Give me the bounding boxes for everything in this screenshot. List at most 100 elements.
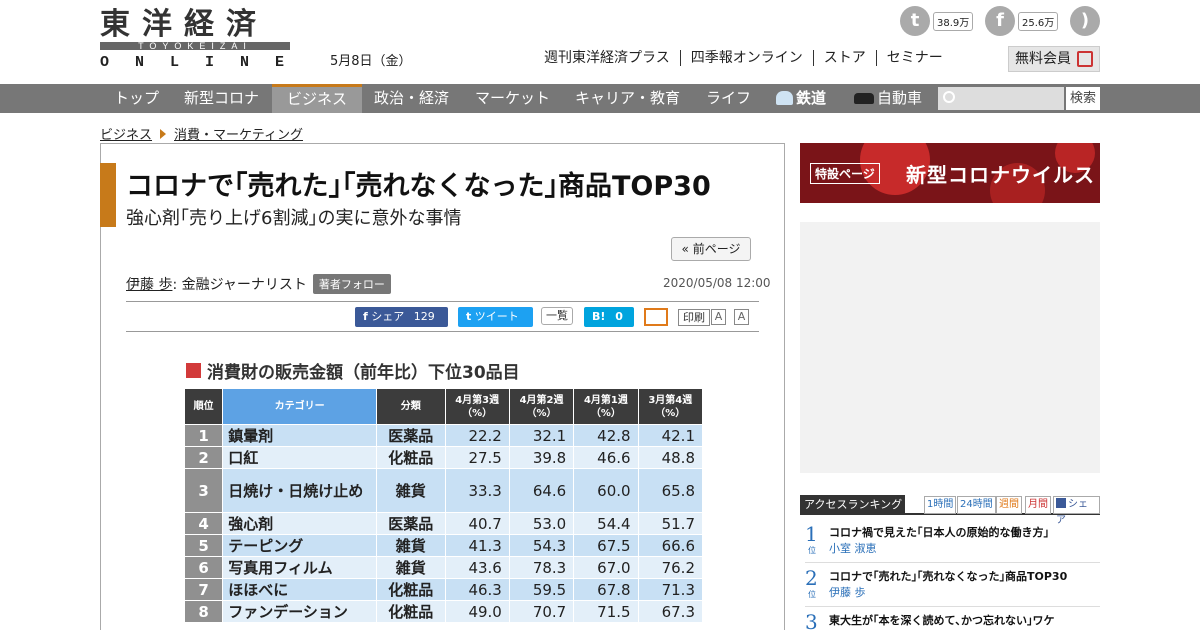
logo-romaji: TOYOKEIZAI <box>100 42 290 51</box>
hatena-bookmark-button[interactable]: B! 0 <box>584 307 634 327</box>
category-cell: ファンデーション <box>222 600 378 623</box>
ranking-suffix: 位 <box>808 546 816 555</box>
car-icon <box>854 93 874 104</box>
nav-item-life[interactable]: ライフ <box>706 84 751 113</box>
ranking-number: 2 <box>805 566 818 590</box>
banner-tag: 特設ページ <box>810 163 880 184</box>
current-date: 5月8日（金） <box>330 54 412 69</box>
top-link-shikiho[interactable]: 四季報オンライン <box>679 50 813 66</box>
mail-icon[interactable] <box>644 308 668 326</box>
nav-item-career[interactable]: キャリア・教育 <box>575 84 680 113</box>
search-button[interactable]: 検索 <box>1066 87 1100 110</box>
divider <box>126 331 759 332</box>
rank-cell: 1 <box>183 424 224 447</box>
rank-cell: 5 <box>183 534 224 557</box>
value-cell: 70.7 <box>508 600 575 623</box>
facebook-share-label: シェア <box>371 310 405 323</box>
tweet-list-button[interactable]: 一覧 <box>541 307 573 325</box>
ranking-tab-share[interactable]: シェア <box>1053 496 1100 526</box>
font-size-large-button[interactable]: A <box>711 309 726 325</box>
twitter-follow[interactable]: t 38.9万 <box>900 6 974 36</box>
search-input[interactable] <box>938 87 1064 110</box>
print-button[interactable]: 印刷 <box>678 309 710 326</box>
column-header: 4月第1週（%） <box>573 388 639 425</box>
facebook-share-icon: f <box>363 310 368 323</box>
class-cell: 雑貨 <box>376 468 446 513</box>
value-cell: 32.1 <box>508 424 575 447</box>
value-cell: 71.5 <box>573 600 639 623</box>
tweet-label: ツイート <box>474 310 519 323</box>
top-link-weekly[interactable]: 週刊東洋経済プラス <box>544 50 680 66</box>
free-member-button[interactable]: 無料会員 <box>1008 46 1100 72</box>
rank-cell: 6 <box>183 556 224 579</box>
rank-cell: 2 <box>183 446 224 469</box>
hatena-count: 0 <box>615 310 623 323</box>
top-link-store[interactable]: ストア <box>812 50 876 66</box>
ranking-tab-week[interactable]: 週間 <box>996 496 1022 514</box>
facebook-share-button[interactable]: f シェア 129 <box>355 307 448 327</box>
ranking-item[interactable]: 3位東大生が｢本を深く読めて､かつ忘れない｣ワケ西岡 壱誠 <box>805 607 1100 630</box>
ranking-table: 順位 カテゴリー 分類 4月第3週（%） 4月第2週（%） 4月第1週（%） 3… <box>183 388 704 623</box>
chart-title-square-icon <box>186 362 201 378</box>
font-size-small-button[interactable]: A <box>734 309 749 325</box>
class-cell: 医薬品 <box>376 512 446 535</box>
value-cell: 54.3 <box>508 534 575 557</box>
value-cell: 46.6 <box>573 446 639 469</box>
nav-item-market[interactable]: マーケット <box>475 84 550 113</box>
divider <box>126 301 759 302</box>
value-cell: 54.4 <box>573 512 639 535</box>
nav-item-railway[interactable]: 鉄道 <box>776 84 826 113</box>
value-cell: 27.5 <box>444 446 510 469</box>
article-title: コロナで｢売れた｣｢売れなくなった｣商品TOP30 <box>126 171 711 202</box>
ranking-item[interactable]: 1 位 コロナ禍で見えた｢日本人の原始的な働き方｣ 小室 淑恵 <box>805 519 1100 563</box>
nav-item-politics[interactable]: 政治・経済 <box>374 84 449 113</box>
top-link-seminar[interactable]: セミナー <box>875 50 953 66</box>
ranking-tab-day[interactable]: 24時間 <box>957 496 996 514</box>
ranking-item[interactable]: 2 位 コロナで｢売れた｣｢売れなくなった｣商品TOP30 伊藤 歩 <box>805 563 1100 607</box>
value-cell: 33.3 <box>444 468 510 513</box>
ranking-number: 1 <box>805 522 818 546</box>
site-logo[interactable]: 東洋経済 TOYOKEIZAI ONLINE <box>100 7 294 71</box>
class-cell: 化粧品 <box>376 446 446 469</box>
prev-page-button[interactable]: « 前ページ <box>671 237 751 261</box>
banner-text: 新型コロナウイルス <box>906 163 1095 187</box>
class-cell: 雑貨 <box>376 556 446 579</box>
breadcrumb-business[interactable]: ビジネス <box>100 124 152 143</box>
breadcrumb-arrow-icon <box>160 128 167 139</box>
corona-special-banner[interactable]: 特設ページ 新型コロナウイルス <box>800 143 1100 203</box>
nav-item-railway-label: 鉄道 <box>796 89 827 107</box>
title-accent-bar <box>100 163 116 227</box>
facebook-follower-count: 25.6万 <box>1018 11 1059 31</box>
author-follow-button[interactable]: 著者フォロー <box>312 274 391 294</box>
nav-item-business[interactable]: ビジネス <box>272 84 363 113</box>
nav-item-top[interactable]: トップ <box>114 84 159 113</box>
ranking-tab-month[interactable]: 月間 <box>1025 496 1051 514</box>
breadcrumb-marketing[interactable]: 消費・マーケティング <box>174 124 303 143</box>
nav-item-corona[interactable]: 新型コロナ <box>184 84 259 113</box>
breadcrumb: ビジネス 消費・マーケティング <box>100 124 303 143</box>
value-cell: 65.8 <box>637 468 704 513</box>
ranking-tab-hour[interactable]: 1時間 <box>924 496 957 514</box>
value-cell: 59.5 <box>508 578 575 601</box>
facebook-follow[interactable]: f 25.6万 <box>985 6 1059 36</box>
logo-kanji: 東洋経済 <box>100 7 268 42</box>
value-cell: 43.6 <box>444 556 510 579</box>
tweet-button[interactable]: t ツイート <box>458 307 533 327</box>
nav-item-car[interactable]: 自動車 <box>854 84 922 113</box>
rank-cell: 4 <box>183 512 224 535</box>
ranking-author[interactable]: 伊藤 歩 <box>829 584 866 600</box>
nav-item-car-label: 自動車 <box>877 89 923 107</box>
value-cell: 39.8 <box>508 446 575 469</box>
rss-icon: ) <box>1070 6 1100 36</box>
class-cell: 化粧品 <box>376 578 446 601</box>
chart-title-row: 消費財の販売金額（前年比）下位30品目 <box>184 355 704 385</box>
ranking-author[interactable]: 小室 淑恵 <box>829 540 877 556</box>
author-name[interactable]: 伊藤 歩 <box>126 274 172 294</box>
column-header: 4月第3週（%） <box>444 388 510 425</box>
rss-link[interactable]: ) <box>1070 6 1100 36</box>
value-cell: 64.6 <box>508 468 575 513</box>
column-header: 順位 <box>183 388 224 425</box>
ranking-number: 3 <box>805 610 818 630</box>
value-cell: 46.3 <box>444 578 510 601</box>
rank-cell: 8 <box>183 600 224 623</box>
